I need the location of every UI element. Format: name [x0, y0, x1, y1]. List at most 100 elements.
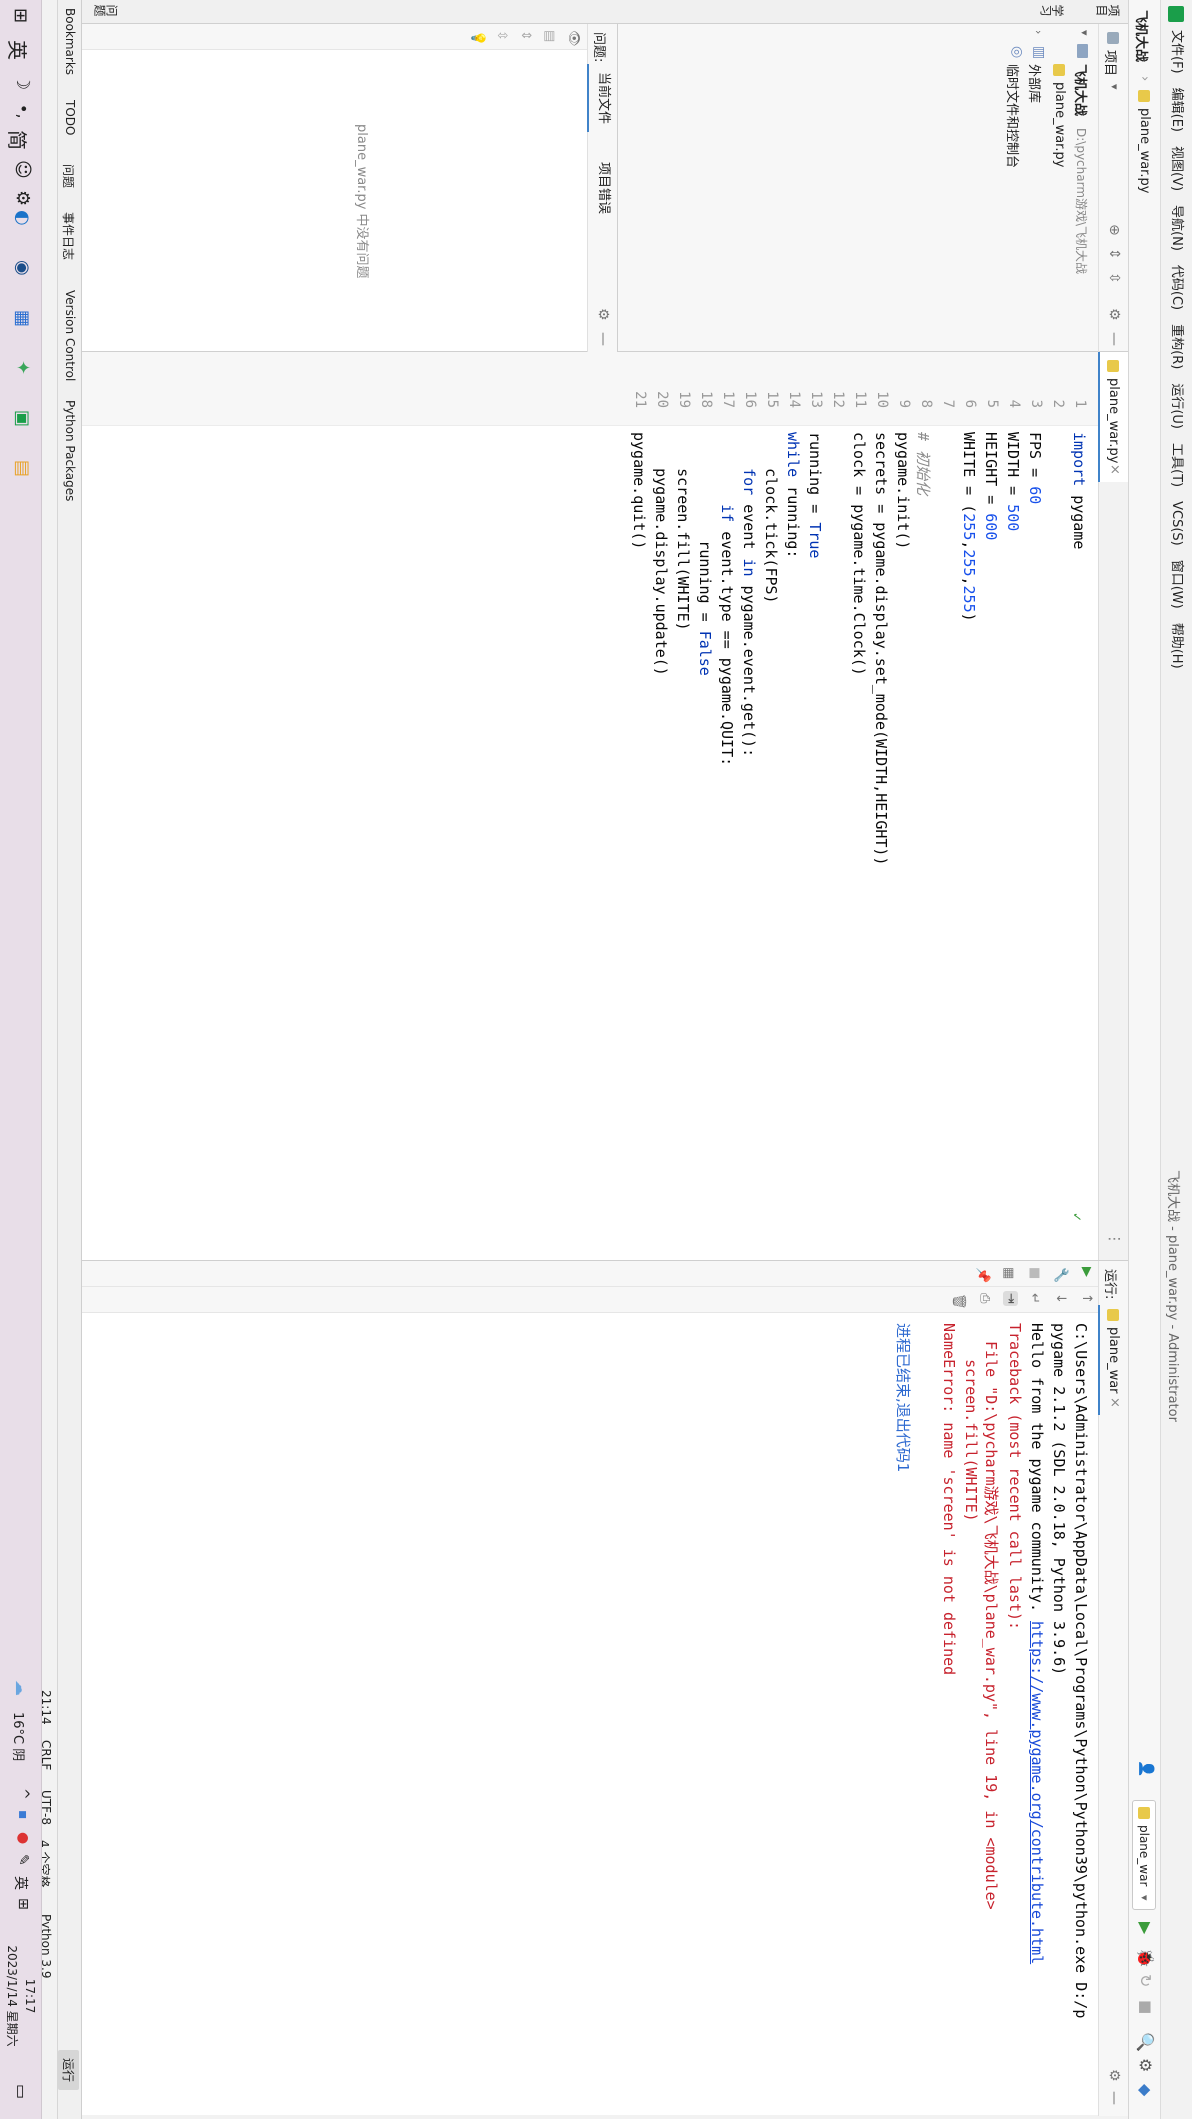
minimize-icon[interactable]: —: [1106, 332, 1122, 346]
run-config-dropdown[interactable]: plane_war ▾: [1132, 1800, 1156, 1910]
ime-language-indicator[interactable]: 英: [4, 40, 33, 60]
debug-icon[interactable]: 🐞: [1136, 1948, 1155, 1968]
run-icon[interactable]: ▶: [1136, 1922, 1155, 1934]
code-line[interactable]: for event in pygame.event.get():: [740, 432, 758, 757]
code-line[interactable]: secrets = pygame.display.set_mode(WIDTH,…: [872, 432, 890, 865]
taskbar-clock[interactable]: 17:17 2023/1/14 星期六: [1, 1926, 39, 2066]
bottom-tool-event-log[interactable]: 事件日志: [60, 212, 77, 260]
collapse-all-icon[interactable]: ⇳: [1106, 272, 1122, 284]
edge-browser-icon[interactable]: ◐: [12, 210, 33, 226]
project-tree-item[interactable]: ◎ 临时文件和控制台: [1004, 24, 1026, 352]
grid-app-icon[interactable]: ▦: [12, 310, 33, 327]
project-tool-tab[interactable]: 项目: [1096, 2, 1120, 19]
explorer-icon[interactable]: ▤: [12, 460, 33, 477]
rerun-icon[interactable]: ↻: [1136, 1974, 1155, 1987]
close-icon[interactable]: ×: [1107, 1397, 1122, 1408]
expand-icon[interactable]: ⇕: [518, 30, 533, 41]
problems-tool-tab[interactable]: 问题: [94, 2, 118, 19]
windows-start-icon[interactable]: ⊞: [10, 8, 31, 23]
project-tree-item[interactable]: plane_war.py: [1048, 24, 1070, 352]
eye-icon[interactable]: 👁: [566, 30, 581, 47]
code-line[interactable]: screen.fill(WHITE): [674, 432, 692, 631]
chevron-up-icon[interactable]: ^: [15, 1788, 31, 1800]
app-icon[interactable]: ✦: [12, 360, 33, 375]
code-line[interactable]: clock.tick(FPS): [762, 432, 780, 603]
steam-icon[interactable]: ◉: [12, 260, 33, 276]
tab-current-file[interactable]: 当前文件: [587, 64, 617, 133]
emoji-icon[interactable]: ☺: [12, 160, 33, 179]
run-output[interactable]: C:\Users\Administrator\AppData\Local\Pro…: [78, 1261, 1098, 2116]
study-tool-tab[interactable]: 学习: [1040, 2, 1064, 19]
code-line[interactable]: while running:: [784, 432, 802, 558]
minimize-icon[interactable]: —: [595, 332, 611, 346]
code-area[interactable]: import pygame FPS = 60 WIDTH = 500 HEIGHT =…: [78, 426, 1098, 1260]
breadcrumb-project[interactable]: 飞机大战: [1133, 10, 1152, 62]
code-line[interactable]: HEIGHT = 600: [982, 432, 1000, 540]
tray-ime-icon[interactable]: 英: [11, 1876, 31, 1890]
code-line[interactable]: pygame.init(): [894, 432, 912, 549]
target-icon[interactable]: ⊕: [1106, 224, 1122, 236]
tray-app-icon[interactable]: ●: [15, 1832, 31, 1844]
chevron-down-icon[interactable]: ▾: [1108, 84, 1121, 90]
moon-icon[interactable]: ☽: [12, 74, 33, 90]
bulb-icon[interactable]: 💡: [470, 30, 485, 46]
project-tree-item[interactable]: › ▥ 外部库: [1026, 24, 1048, 352]
tray-pen-icon[interactable]: ✎: [15, 1854, 31, 1866]
tray-app-icon[interactable]: ▪: [15, 1810, 31, 1820]
user-icon[interactable]: 👤: [1134, 1760, 1154, 1780]
code-line[interactable]: WHITE = (255,255,255): [960, 432, 978, 622]
gear-icon[interactable]: ⚙: [1106, 308, 1122, 321]
menu-item[interactable]: VCS(S): [1160, 501, 1192, 546]
bottom-tool-problems[interactable]: 问题: [60, 164, 77, 188]
filter-icon[interactable]: ▤: [542, 30, 557, 42]
gear-icon[interactable]: ⚙: [1106, 2069, 1122, 2082]
code-line[interactable]: FPS = 60: [1026, 432, 1044, 504]
menu-item[interactable]: 工具(T): [1160, 443, 1192, 487]
code-line[interactable]: running = True: [806, 432, 824, 558]
bottom-tool-vcs[interactable]: Version Control: [63, 290, 77, 381]
notification-icon[interactable]: ▭: [12, 2084, 31, 2099]
run-tab[interactable]: plane_war ×: [1098, 1305, 1128, 1415]
code-line[interactable]: pygame.quit(): [630, 432, 648, 549]
punctuation-icon[interactable]: •,: [14, 104, 33, 119]
menu-item[interactable]: 窗口(W): [1160, 560, 1192, 609]
collapse-icon[interactable]: ⇳: [494, 30, 509, 41]
editor-tab[interactable]: plane_war.py ×: [1098, 352, 1128, 482]
code-line[interactable]: import pygame: [1070, 432, 1088, 549]
stop-icon[interactable]: ■: [1137, 2000, 1155, 2014]
tray-grid-icon[interactable]: ⊞: [15, 1898, 31, 1910]
code-line[interactable]: pygame.display.update(): [652, 432, 670, 676]
code-line[interactable]: # 初始化: [913, 432, 934, 495]
bottom-tool-todo[interactable]: TODO: [63, 100, 77, 135]
expand-all-icon[interactable]: ⇕: [1106, 248, 1122, 260]
menu-item[interactable]: 重构(R): [1160, 324, 1192, 369]
more-icon[interactable]: ⋮: [1106, 1232, 1122, 1246]
code-line[interactable]: WIDTH = 500: [1004, 432, 1022, 531]
menu-item[interactable]: 编辑(E): [1160, 88, 1192, 132]
minimize-icon[interactable]: —: [1106, 2091, 1122, 2105]
ime-mode-indicator[interactable]: 简: [4, 130, 33, 150]
code-line[interactable]: clock = pygame.time.Clock(): [850, 432, 868, 676]
close-icon[interactable]: ×: [1107, 464, 1122, 475]
menu-item[interactable]: 文件(F): [1160, 30, 1192, 74]
gear-icon[interactable]: ⚙: [595, 308, 611, 321]
menu-item[interactable]: 代码(C): [1160, 265, 1192, 310]
code-line[interactable]: if event.type == pygame.QUIT:: [718, 432, 736, 766]
bottom-tool-python-packages[interactable]: Python Packages: [63, 400, 77, 501]
pycharm-taskbar-icon[interactable]: ▣: [12, 410, 33, 427]
weather-text[interactable]: 16°C 阴: [10, 1712, 29, 1761]
bottom-tool-run[interactable]: 运行: [58, 2050, 79, 2091]
breadcrumb-file[interactable]: plane_war.py: [1137, 108, 1152, 193]
jetbrains-icon[interactable]: ◆: [1136, 2084, 1155, 2096]
search-icon[interactable]: 🔍: [1136, 2032, 1155, 2052]
settings-icon[interactable]: ⚙: [1136, 2058, 1155, 2072]
menu-item[interactable]: 运行(U): [1160, 383, 1192, 429]
tab-project-errors[interactable]: 项目错误: [589, 154, 617, 222]
bottom-tool-bookmarks[interactable]: Bookmarks: [63, 8, 77, 75]
menu-item[interactable]: 帮助(H): [1160, 623, 1192, 669]
gear-icon[interactable]: ⚙: [12, 190, 33, 206]
code-line[interactable]: running = False: [696, 432, 714, 675]
menu-item[interactable]: 视图(V): [1160, 146, 1192, 191]
project-tree-root[interactable]: ▾ 飞机大战 D:\pycharm游戏\飞机大战: [1070, 24, 1094, 352]
menu-item[interactable]: 导航(N): [1160, 205, 1192, 251]
